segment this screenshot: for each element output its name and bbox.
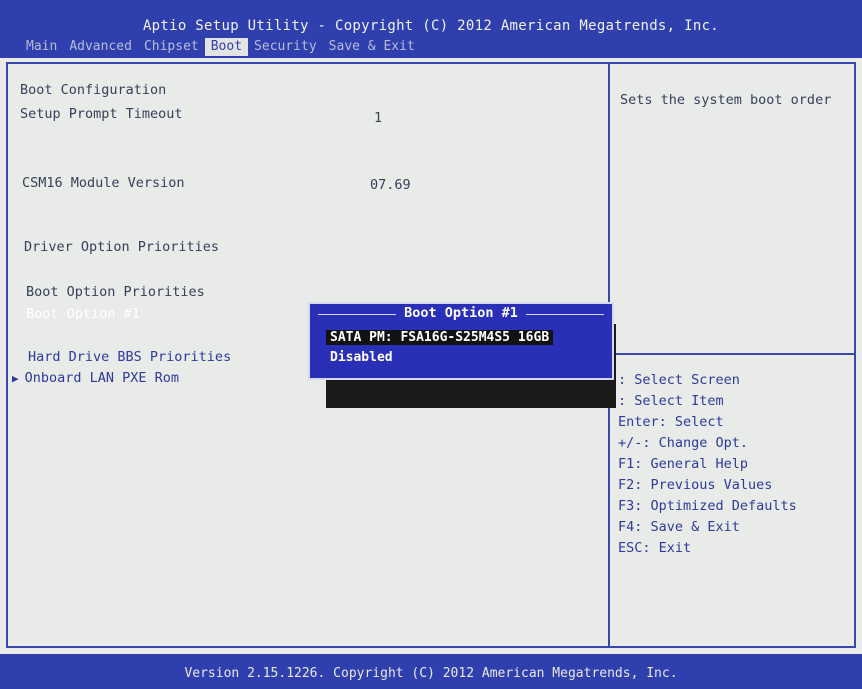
tab-boot[interactable]: Boot	[204, 38, 249, 56]
boot-option-1[interactable]: Boot Option #1	[26, 306, 140, 322]
legend-select-item: : Select Item	[618, 393, 724, 409]
footer-bar: Version 2.15.1226. Copyright (C) 2012 Am…	[0, 654, 862, 689]
submenu-arrow-icon: ▶	[12, 372, 19, 385]
tab-security[interactable]: Security	[248, 38, 323, 56]
version-footer: Version 2.15.1226. Copyright (C) 2012 Am…	[184, 666, 678, 681]
boot-option-popup: Boot Option #1 SATA PM: FSA16G-S25M4S5 1…	[308, 302, 614, 380]
boot-option-priorities: Boot Option Priorities	[26, 284, 205, 300]
tab-save-exit[interactable]: Save & Exit	[323, 38, 421, 56]
legend-enter: Enter: Select	[618, 414, 724, 430]
popup-option-sata[interactable]: SATA PM: FSA16G-S25M4S5 16GB	[326, 330, 554, 345]
legend-f4: F4: Save & Exit	[618, 519, 740, 535]
legend-select-screen: : Select Screen	[618, 372, 740, 388]
legend-esc: ESC: Exit	[618, 540, 692, 556]
popup-title: Boot Option #1	[310, 305, 612, 321]
onboard-lan-pxe-rom-label: Onboard LAN PXE Rom	[24, 370, 180, 386]
legend-f2: F2: Previous Values	[618, 477, 773, 493]
onboard-lan-pxe-rom[interactable]: ▶ Onboard LAN PXE Rom	[12, 370, 179, 386]
tab-bar: Main Advanced Chipset Boot Security Save…	[20, 38, 421, 56]
utility-title: Aptio Setup Utility - Copyright (C) 2012…	[142, 18, 720, 34]
csm16-module-version-value: 07.69	[370, 177, 411, 193]
tab-chipset[interactable]: Chipset	[138, 38, 205, 56]
setup-prompt-timeout-label[interactable]: Setup Prompt Timeout	[20, 106, 183, 122]
popup-title-text: Boot Option #1	[396, 305, 526, 321]
help-divider	[610, 353, 856, 355]
csm16-module-version-label: CSM16 Module Version	[22, 175, 185, 191]
tab-main[interactable]: Main	[20, 38, 63, 56]
driver-option-priorities: Driver Option Priorities	[24, 239, 220, 255]
setup-prompt-timeout-value[interactable]: 1	[374, 110, 382, 126]
popup-option-disabled[interactable]: Disabled	[326, 350, 397, 365]
section-boot-configuration: Boot Configuration	[20, 82, 167, 98]
key-legend: : Select Screen : Select Item Enter: Sel…	[618, 370, 797, 559]
tab-advanced[interactable]: Advanced	[63, 38, 138, 56]
help-text: Sets the system boot order	[620, 92, 832, 108]
legend-f3: F3: Optimized Defaults	[618, 498, 797, 514]
title-bar: Aptio Setup Utility - Copyright (C) 2012…	[0, 0, 862, 58]
legend-f1: F1: General Help	[618, 456, 749, 472]
hard-drive-bbs-priorities[interactable]: Hard Drive BBS Priorities	[28, 349, 231, 365]
legend-change-opt: +/-: Change Opt.	[618, 435, 749, 451]
